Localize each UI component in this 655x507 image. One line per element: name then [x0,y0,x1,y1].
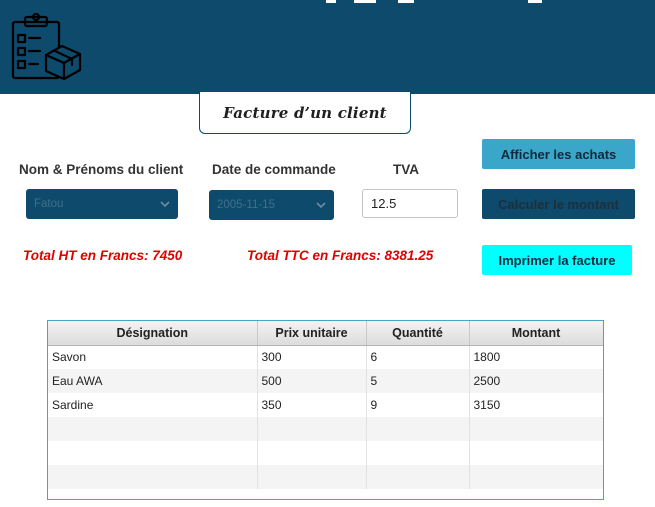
print-invoice-button[interactable]: Imprimer la facture [482,245,632,275]
table-row[interactable]: Eau AWA 500 5 2500 [48,369,603,393]
table-header-row: Désignation Prix unitaire Quantité Monta… [48,321,603,345]
show-purchases-button[interactable]: Afficher les achats [482,139,635,169]
chevron-down-icon [160,199,170,209]
page-title: Facture d’un client [223,104,387,122]
client-label: Nom & Prénoms du client [19,162,183,177]
table-cell: 9 [366,393,469,417]
column-header[interactable]: Désignation [48,321,257,345]
date-select-value: 2005-11-15 [217,199,316,211]
tva-label: TVA [393,162,419,177]
clipboard-checklist-box-icon [10,13,84,83]
empty-table-row [48,465,603,489]
empty-table-row [48,417,603,441]
total-ttc: Total TTC en Francs: 8381.25 [247,248,433,263]
invoice-title-box: Facture d’un client [199,92,411,134]
column-header[interactable]: Montant [469,321,603,345]
table-cell: 350 [257,393,366,417]
table-cell: Eau AWA [48,369,257,393]
table-cell: 3150 [469,393,603,417]
header-notch [398,0,414,3]
date-label: Date de commande [212,162,336,177]
header-notch [354,0,376,3]
purchases-table[interactable]: Désignation Prix unitaire Quantité Monta… [47,320,604,500]
table-cell: 6 [366,345,469,369]
client-select[interactable]: Fatou [26,189,178,219]
chevron-down-icon [316,200,326,210]
header-notch [528,0,542,3]
client-select-value: Fatou [34,198,160,210]
column-header[interactable]: Quantité [366,321,469,345]
table-cell: 5 [366,369,469,393]
table-cell: 300 [257,345,366,369]
header-notch [326,0,336,3]
table-cell: Savon [48,345,257,369]
table-cell: 500 [257,369,366,393]
date-select[interactable]: 2005-11-15 [209,190,334,220]
empty-table-row [48,441,603,465]
table-row[interactable]: Savon 300 6 1800 [48,345,603,369]
table-cell: 1800 [469,345,603,369]
table-cell: 2500 [469,369,603,393]
column-header[interactable]: Prix unitaire [257,321,366,345]
table-row[interactable]: Sardine 350 9 3150 [48,393,603,417]
tva-input[interactable] [362,189,458,218]
app-header [0,0,655,94]
total-ht: Total HT en Francs: 7450 [23,248,182,263]
calculate-amount-button[interactable]: Calculer le montant [482,189,635,219]
table-cell: Sardine [48,393,257,417]
